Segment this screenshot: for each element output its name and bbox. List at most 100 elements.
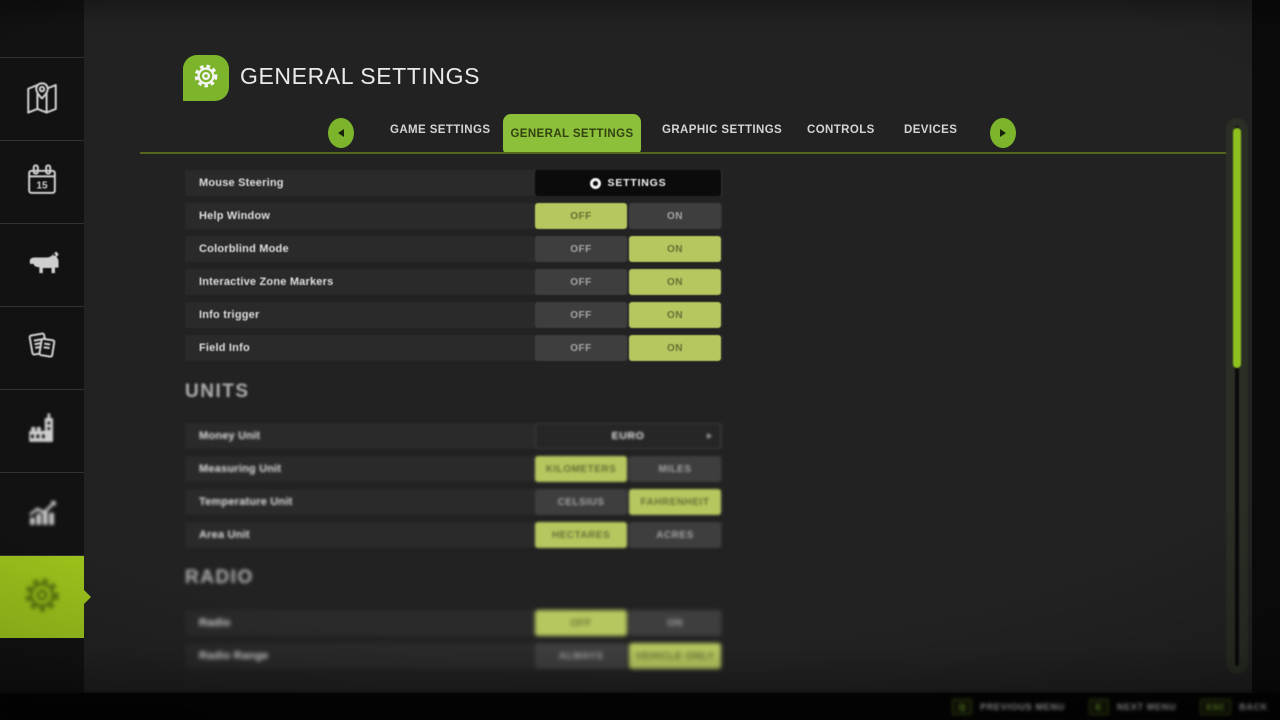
settings-rows-general: Mouse SteeringSETTINGSHelp WindowOFFONCo… [185,170,723,368]
tab-game-settings[interactable]: GAME SETTINGS [390,124,490,136]
chevron-right-icon [707,433,712,439]
setting-label: Money Unit [199,430,260,442]
hint-back: ESC BACK [1200,699,1268,715]
footer-bar: Q PREVIOUS MENU E NEXT MENU ESC BACK [0,693,1280,720]
scrollbar[interactable] [1226,118,1248,674]
chart-icon [20,490,64,539]
toggle-option[interactable]: HECTARES [535,522,627,548]
toggle-option[interactable]: OFF [535,269,627,295]
sidebar: 15 [0,0,84,693]
setting-label: Temperature Unit [199,496,292,508]
scrollbar-thumb[interactable] [1233,128,1241,368]
svg-text:15: 15 [36,180,48,191]
sidebar-item-animals[interactable] [0,223,84,306]
sidebar-item-contracts[interactable] [0,306,84,389]
sidebar-filler [0,638,84,692]
tab-graphic-settings[interactable]: GRAPHIC SETTINGS [662,124,782,136]
gear-icon [590,178,601,189]
toggle-option[interactable]: OFF [535,610,627,636]
toggle-option[interactable]: ON [629,236,721,262]
toggle-option[interactable]: OFF [535,236,627,262]
setting-label: Radio [199,617,231,629]
factory-icon [20,407,64,456]
sidebar-item-statistics[interactable] [0,472,84,555]
dropdown-selector[interactable]: EURO [535,423,721,449]
section-title-units: UNITS [185,381,250,403]
setting-row: Interactive Zone Markers OFFON [185,269,723,295]
key-icon: ESC [1200,699,1231,715]
gear-icon [191,61,221,96]
toggle-option[interactable]: ACRES [629,522,721,548]
setting-row: Radio RangeALWAYSVEHICLE ONLY [185,643,723,669]
section-title-radio: RADIO [185,567,254,589]
tab-devices[interactable]: DEVICES [904,124,957,136]
sidebar-item-production[interactable] [0,389,84,472]
toggle-option[interactable]: ALWAYS [535,643,627,669]
toggle-option[interactable]: CELSIUS [535,489,627,515]
setting-label: Help Window [199,210,270,222]
toggle-group: OFFON [535,335,721,361]
toggle-group: OFFON [535,203,721,229]
tab-label: GENERAL SETTINGS [510,128,633,140]
tabs-next-button[interactable] [990,118,1016,148]
documents-icon [20,324,64,373]
toggle-option[interactable]: OFF [535,302,627,328]
sidebar-item-map[interactable] [0,57,84,140]
app-window: 15 [0,0,1280,720]
dropdown-value: EURO [612,430,645,442]
toggle-group: OFFON [535,610,721,636]
main-panel: GENERAL SETTINGS GAME SETTINGS GENERAL S… [84,0,1252,693]
toggle-option[interactable]: MILES [629,456,721,482]
hint-label: NEXT MENU [1117,702,1176,712]
setting-row: Field InfoOFFON [185,335,723,361]
tabs-prev-button[interactable] [328,118,354,148]
toggle-option[interactable]: KILOMETERS [535,456,627,482]
tab-controls[interactable]: CONTROLS [807,124,875,136]
toggle-option[interactable]: ON [629,302,721,328]
settings-button[interactable]: SETTINGS [535,170,721,196]
sidebar-item-calendar[interactable]: 15 [0,140,84,223]
setting-label: Interactive Zone Markers [199,276,333,288]
setting-row: Colorblind Mode OFFON [185,236,723,262]
key-icon: Q [952,699,972,715]
toggle-option[interactable]: OFF [535,203,627,229]
setting-label: Info trigger [199,309,259,321]
toggle-option[interactable]: ON [629,335,721,361]
sidebar-item-settings[interactable] [0,555,84,638]
toggle-option[interactable]: ON [629,203,721,229]
setting-label: Area Unit [199,529,250,541]
tab-bar: GAME SETTINGS GENERAL SETTINGS GRAPHIC S… [84,114,1252,154]
setting-row: Area Unit HECTARESACRES [185,522,723,548]
key-icon: E [1089,699,1109,715]
settings-rows-radio: Radio OFFON Radio RangeALWAYSVEHICLE ONLY [185,610,723,676]
hint-next-menu: E NEXT MENU [1089,699,1176,715]
calendar-icon: 15 [20,158,64,207]
toggle-option[interactable]: VEHICLE ONLY [629,643,721,669]
gear-icon [20,573,64,622]
tab-general-settings[interactable]: GENERAL SETTINGS [503,114,641,154]
setting-label: Measuring Unit [199,463,281,475]
hint-label: PREVIOUS MENU [980,702,1065,712]
toggle-group: OFFON [535,302,721,328]
setting-row: Help Window OFFON [185,203,723,229]
toggle-group: HECTARESACRES [535,522,721,548]
setting-row: Radio OFFON [185,610,723,636]
setting-row: Mouse Steering SETTINGS [185,170,723,196]
map-icon [20,75,64,124]
setting-row: Money Unit EURO [185,423,723,449]
button-label: SETTINGS [608,177,667,189]
setting-row: Temperature Unit CELSIUSFAHRENHEIT [185,489,723,515]
toggle-option[interactable]: FAHRENHEIT [629,489,721,515]
page-title: GENERAL SETTINGS [240,63,480,90]
setting-label: Mouse Steering [199,177,284,189]
setting-row: Info trigger OFFON [185,302,723,328]
toggle-group: OFFON [535,236,721,262]
hint-previous-menu: Q PREVIOUS MENU [952,699,1065,715]
setting-label: Colorblind Mode [199,243,289,255]
setting-row: Measuring Unit KILOMETERSMILES [185,456,723,482]
toggle-option[interactable]: OFF [535,335,627,361]
page-gear-badge [183,55,229,101]
toggle-option[interactable]: ON [629,269,721,295]
hint-label: BACK [1239,702,1268,712]
toggle-option[interactable]: ON [629,610,721,636]
